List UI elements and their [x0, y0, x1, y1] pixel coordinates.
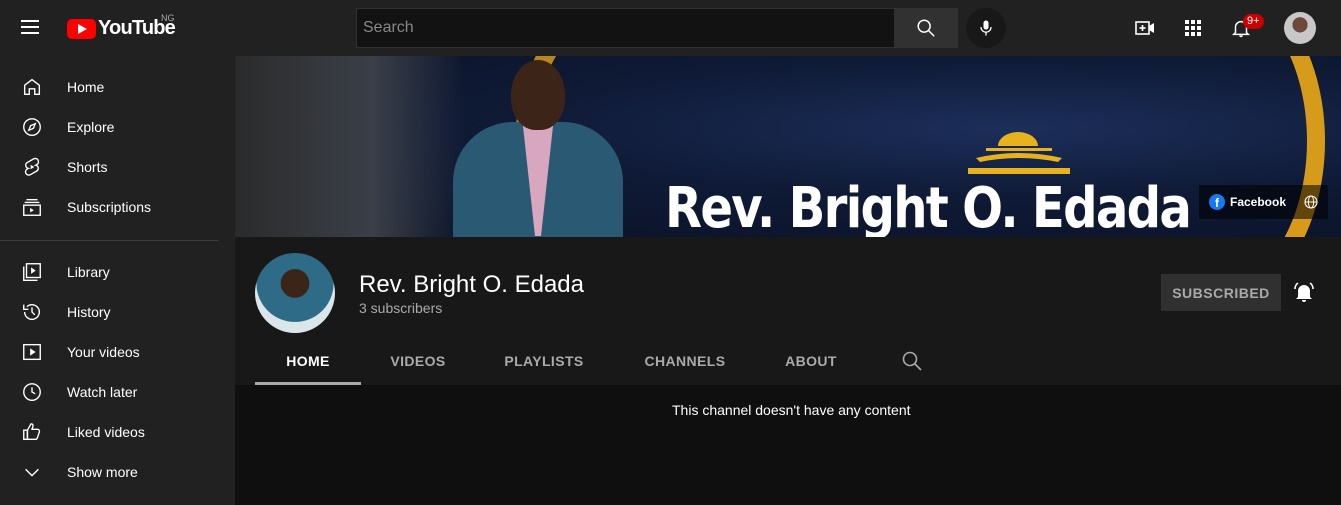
channel-search-icon[interactable]	[900, 349, 924, 373]
channel-name: Rev. Bright O. Edada	[359, 271, 584, 298]
sidebar-item-label: History	[67, 304, 111, 320]
tab-playlists[interactable]: PLAYLISTS	[491, 337, 597, 385]
ministry-emblem-icon	[968, 132, 1070, 174]
channel-avatar[interactable]	[255, 253, 335, 333]
sidebar-item-history[interactable]: History	[0, 292, 235, 332]
empty-content-message: This channel doesn't have any content	[672, 402, 911, 418]
sidebar-item-label: Your videos	[67, 344, 140, 360]
clock-icon	[20, 380, 44, 404]
country-code: NG	[161, 13, 175, 23]
sidebar-item-label: Show more	[67, 464, 138, 480]
banner-left-panel	[235, 56, 465, 237]
microphone-icon	[980, 20, 992, 36]
facebook-link[interactable]: f Facebook	[1209, 194, 1286, 210]
video-plus-icon	[1135, 21, 1154, 35]
social-links: f Facebook	[1199, 185, 1328, 219]
voice-search-button[interactable]	[966, 8, 1006, 48]
globe-icon[interactable]	[1303, 194, 1319, 210]
subscribed-button[interactable]: SUBSCRIBED	[1161, 274, 1281, 311]
sidebar-divider	[0, 240, 219, 241]
subscriptions-icon	[20, 195, 44, 219]
sidebar-item-shorts[interactable]: Shorts	[0, 147, 235, 187]
create-video-button[interactable]	[1133, 16, 1157, 40]
sidebar-item-library[interactable]: Library	[0, 252, 235, 292]
library-icon	[20, 260, 44, 284]
sidebar: Home Explore Shorts Subscriptions Librar…	[0, 56, 235, 505]
menu-icon[interactable]	[18, 16, 42, 40]
notification-bell-icon[interactable]	[1292, 280, 1316, 304]
top-bar: YouTube NG 9+	[0, 0, 1341, 56]
apps-button[interactable]	[1181, 16, 1205, 40]
youtube-play-icon	[67, 18, 96, 39]
sidebar-item-label: Home	[67, 79, 105, 95]
sidebar-item-liked-videos[interactable]: Liked videos	[0, 412, 235, 452]
notification-badge: 9+	[1243, 14, 1264, 29]
compass-icon	[20, 115, 44, 139]
your-videos-icon	[20, 340, 44, 364]
facebook-icon: f	[1209, 194, 1225, 210]
banner-title: Rev. Bright O. Edada	[665, 176, 1192, 237]
facebook-label: Facebook	[1230, 195, 1287, 209]
sidebar-item-watch-later[interactable]: Watch later	[0, 372, 235, 412]
sidebar-item-home[interactable]: Home	[0, 67, 235, 107]
search-button[interactable]	[895, 8, 958, 48]
sidebar-item-label: Watch later	[67, 384, 138, 400]
home-icon	[20, 75, 44, 99]
sidebar-item-show-more[interactable]: Show more	[0, 452, 235, 492]
search-icon	[917, 19, 935, 37]
search-input[interactable]	[356, 8, 895, 48]
tab-videos[interactable]: VIDEOS	[377, 337, 459, 385]
tab-home[interactable]: HOME	[255, 337, 361, 385]
sidebar-item-label: Shorts	[67, 159, 108, 175]
sidebar-item-explore[interactable]: Explore	[0, 107, 235, 147]
sidebar-item-label: Subscriptions	[67, 199, 152, 215]
channel-header: Rev. Bright O. Edada 3 subscribers SUBSC…	[235, 237, 1341, 385]
sidebar-item-subscriptions[interactable]: Subscriptions	[0, 187, 235, 227]
thumbs-up-icon	[20, 420, 44, 444]
channel-banner: Rev. Bright O. Edada f Facebook	[235, 56, 1341, 237]
history-icon	[20, 300, 44, 324]
sidebar-item-label: Explore	[67, 119, 115, 135]
apps-grid-icon	[1185, 20, 1201, 36]
sidebar-item-your-videos[interactable]: Your videos	[0, 332, 235, 372]
tab-about[interactable]: ABOUT	[771, 337, 851, 385]
banner-person-photo	[453, 56, 623, 237]
sidebar-item-label: Library	[67, 264, 110, 280]
tab-channels[interactable]: CHANNELS	[631, 337, 739, 385]
subscriber-count: 3 subscribers	[359, 300, 443, 316]
search-bar	[356, 8, 958, 48]
sidebar-item-label: Liked videos	[67, 424, 145, 440]
youtube-logo[interactable]: YouTube	[67, 17, 176, 40]
chevron-down-icon	[20, 460, 44, 484]
shorts-icon	[20, 155, 44, 179]
channel-content: This channel doesn't have any content	[235, 385, 1341, 505]
account-avatar[interactable]	[1284, 12, 1316, 44]
